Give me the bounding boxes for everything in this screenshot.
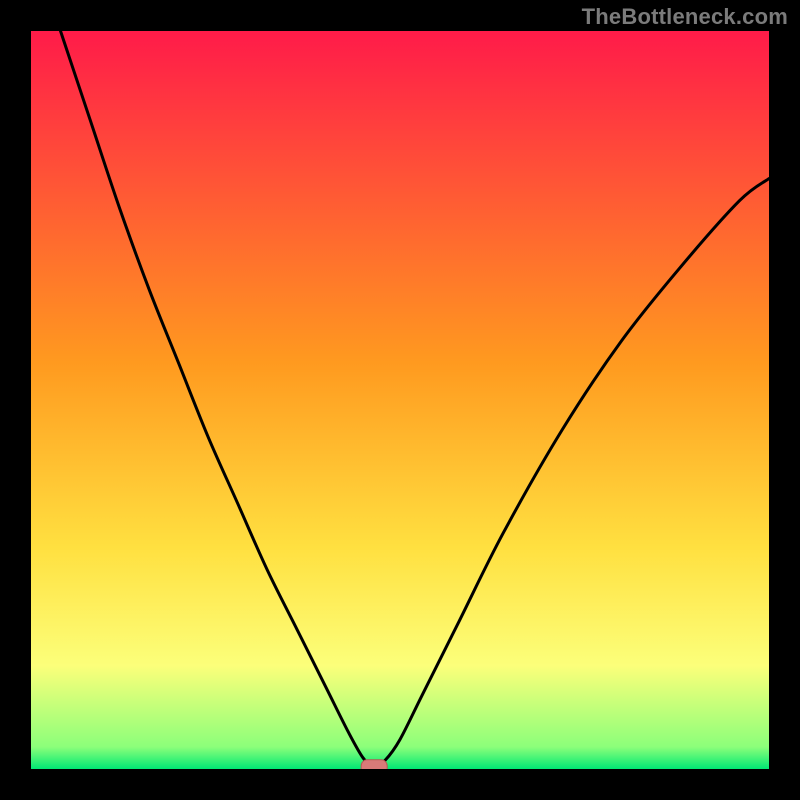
vertex-marker <box>361 760 387 769</box>
outer-frame: TheBottleneck.com <box>0 0 800 800</box>
bottleneck-chart <box>31 31 769 769</box>
chart-background <box>31 31 769 769</box>
watermark-text: TheBottleneck.com <box>582 4 788 30</box>
